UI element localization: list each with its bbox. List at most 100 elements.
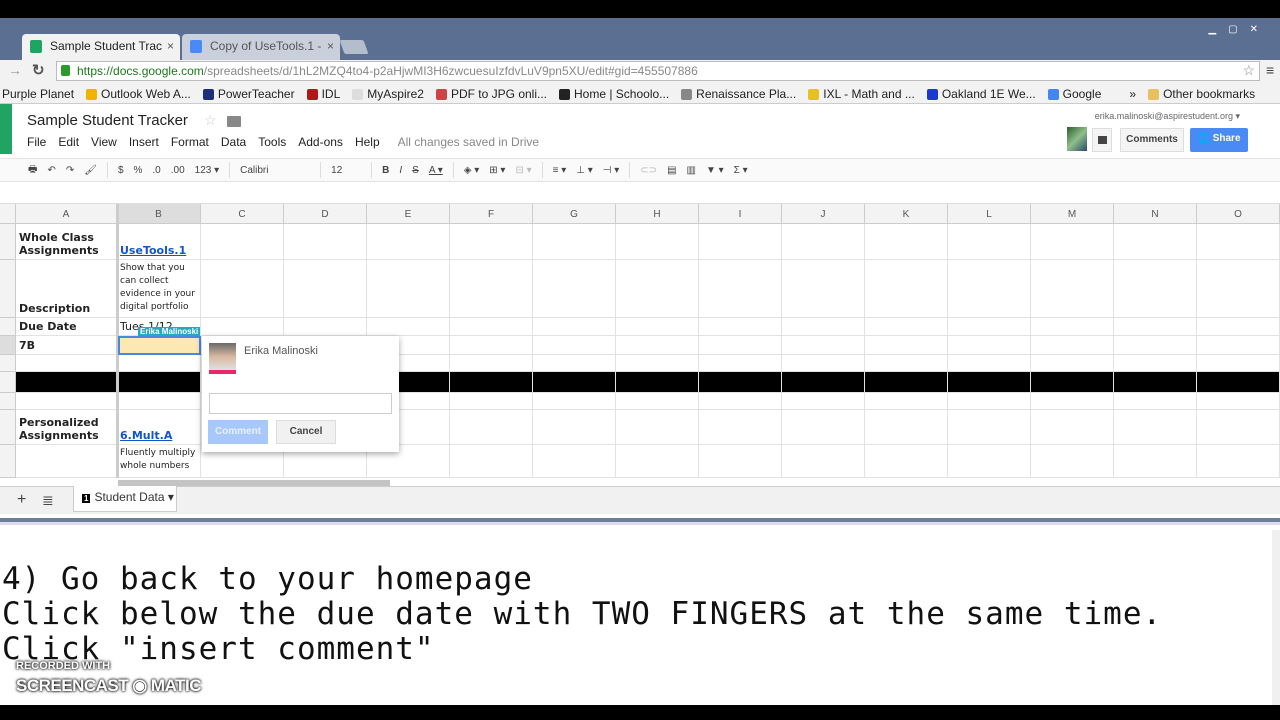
selected-cell-b7[interactable] <box>118 336 201 355</box>
cell-m4[interactable] <box>1031 336 1114 355</box>
vertical-scrollbar[interactable] <box>1272 530 1280 705</box>
cell-i2[interactable] <box>699 260 782 318</box>
bookmark-item[interactable]: Purple Planet <box>2 85 74 103</box>
cancel-button[interactable]: Cancel <box>276 420 336 444</box>
column-header-h[interactable]: H <box>616 204 699 224</box>
cell-i1[interactable] <box>699 224 782 260</box>
star-icon[interactable]: ☆ <box>204 112 217 129</box>
bookmark-item[interactable]: IDL <box>306 85 340 103</box>
row-header[interactable] <box>0 318 16 336</box>
cell-o2[interactable] <box>1197 260 1280 318</box>
borders-icon[interactable]: ⊞ ▾ <box>489 165 505 176</box>
browser-tab-sheets[interactable]: Sample Student Trac × <box>22 34 180 60</box>
cell-i7[interactable] <box>699 393 782 410</box>
more-bookmarks-button[interactable]: » <box>1129 85 1136 103</box>
cell-i5[interactable] <box>699 355 782 372</box>
cell-g1[interactable] <box>533 224 616 260</box>
column-header-j[interactable]: J <box>782 204 865 224</box>
menu-view[interactable]: View <box>91 135 117 149</box>
cell-f3[interactable] <box>450 318 533 336</box>
select-all-corner[interactable] <box>0 204 16 224</box>
font-size-dropdown[interactable]: 12 <box>331 165 361 176</box>
row-header[interactable] <box>0 224 16 260</box>
cell-h7[interactable] <box>616 393 699 410</box>
menu-tools[interactable]: Tools <box>258 135 286 149</box>
url-input[interactable]: https://docs.google.com/spreadsheets/d/1… <box>56 61 1260 81</box>
cell-c2[interactable] <box>201 260 284 318</box>
cell-m3[interactable] <box>1031 318 1114 336</box>
column-header-l[interactable]: L <box>948 204 1031 224</box>
cell-b6[interactable] <box>117 372 201 393</box>
cell-g2[interactable] <box>533 260 616 318</box>
cell-e2[interactable] <box>367 260 450 318</box>
cell-b5[interactable] <box>117 355 201 372</box>
column-header-c[interactable]: C <box>201 204 284 224</box>
chart-icon[interactable]: ▥ <box>687 165 696 176</box>
valign-icon[interactable]: ⊥ ▾ <box>576 165 593 176</box>
print-icon[interactable]: 🖶 <box>28 162 37 179</box>
reload-icon[interactable]: ↻ <box>32 61 45 79</box>
bookmark-item[interactable]: Outlook Web A... <box>86 85 191 103</box>
column-header-n[interactable]: N <box>1114 204 1197 224</box>
window-controls[interactable]: ▁▢✕ <box>1208 24 1270 35</box>
cell-a7[interactable] <box>16 393 117 410</box>
cell-k9[interactable] <box>865 445 948 478</box>
row-header[interactable] <box>0 410 16 445</box>
strikethrough-icon[interactable]: S <box>412 165 419 176</box>
cell-a6[interactable] <box>16 372 117 393</box>
cell-d2[interactable] <box>284 260 367 318</box>
cell-b2[interactable]: Show that you can collect evidence in yo… <box>117 260 201 318</box>
cell-k2[interactable] <box>865 260 948 318</box>
cell-l8[interactable] <box>948 410 1031 445</box>
cell-o1[interactable] <box>1197 224 1280 260</box>
bookmark-item[interactable]: Google <box>1047 85 1101 103</box>
cell-b8[interactable]: 6.Mult.A <box>117 410 201 445</box>
cell-i9[interactable] <box>699 445 782 478</box>
functions-icon[interactable]: Σ ▾ <box>734 165 748 176</box>
comment-button[interactable]: Comment <box>208 420 268 444</box>
menu-insert[interactable]: Insert <box>129 135 159 149</box>
bookmark-item[interactable]: IXL - Math and ... <box>808 85 915 103</box>
folder-icon[interactable] <box>227 116 241 127</box>
cell-k4[interactable] <box>865 336 948 355</box>
insert-comment-icon[interactable]: ▤ <box>667 165 676 176</box>
menu-edit[interactable]: Edit <box>58 135 79 149</box>
cell-n3[interactable] <box>1114 318 1197 336</box>
cell-k3[interactable] <box>865 318 948 336</box>
cell-j7[interactable] <box>782 393 865 410</box>
cell-l3[interactable] <box>948 318 1031 336</box>
cell-j4[interactable] <box>782 336 865 355</box>
align-icon[interactable]: ≡ ▾ <box>553 165 567 176</box>
cell-o6[interactable] <box>1197 372 1280 393</box>
cell-m7[interactable] <box>1031 393 1114 410</box>
forward-icon[interactable]: → <box>8 62 22 78</box>
cell-f9[interactable] <box>450 445 533 478</box>
row-header[interactable] <box>0 393 16 410</box>
cell-f8[interactable] <box>450 410 533 445</box>
cell-h6[interactable] <box>616 372 699 393</box>
cell-a3[interactable]: Due Date <box>16 318 117 336</box>
cell-a5[interactable] <box>16 355 117 372</box>
cell-m1[interactable] <box>1031 224 1114 260</box>
cell-k5[interactable] <box>865 355 948 372</box>
cell-n2[interactable] <box>1114 260 1197 318</box>
cell-g6[interactable] <box>533 372 616 393</box>
cell-g5[interactable] <box>533 355 616 372</box>
cell-f6[interactable] <box>450 372 533 393</box>
add-sheet-button[interactable]: + <box>17 491 26 509</box>
new-tab-button[interactable] <box>339 40 369 54</box>
column-header-e[interactable]: E <box>367 204 450 224</box>
cell-n8[interactable] <box>1114 410 1197 445</box>
close-tab-icon[interactable]: × <box>167 39 174 53</box>
cell-l4[interactable] <box>948 336 1031 355</box>
menu-help[interactable]: Help <box>355 135 380 149</box>
bookmark-star-icon[interactable]: ☆ <box>1242 62 1255 79</box>
row-header[interactable] <box>0 336 16 355</box>
cell-m5[interactable] <box>1031 355 1114 372</box>
cell-j5[interactable] <box>782 355 865 372</box>
comments-button[interactable]: Comments <box>1120 128 1184 152</box>
cell-h8[interactable] <box>616 410 699 445</box>
font-dropdown[interactable]: Calibri <box>240 165 310 176</box>
cell-d3[interactable] <box>284 318 367 336</box>
cell-l5[interactable] <box>948 355 1031 372</box>
